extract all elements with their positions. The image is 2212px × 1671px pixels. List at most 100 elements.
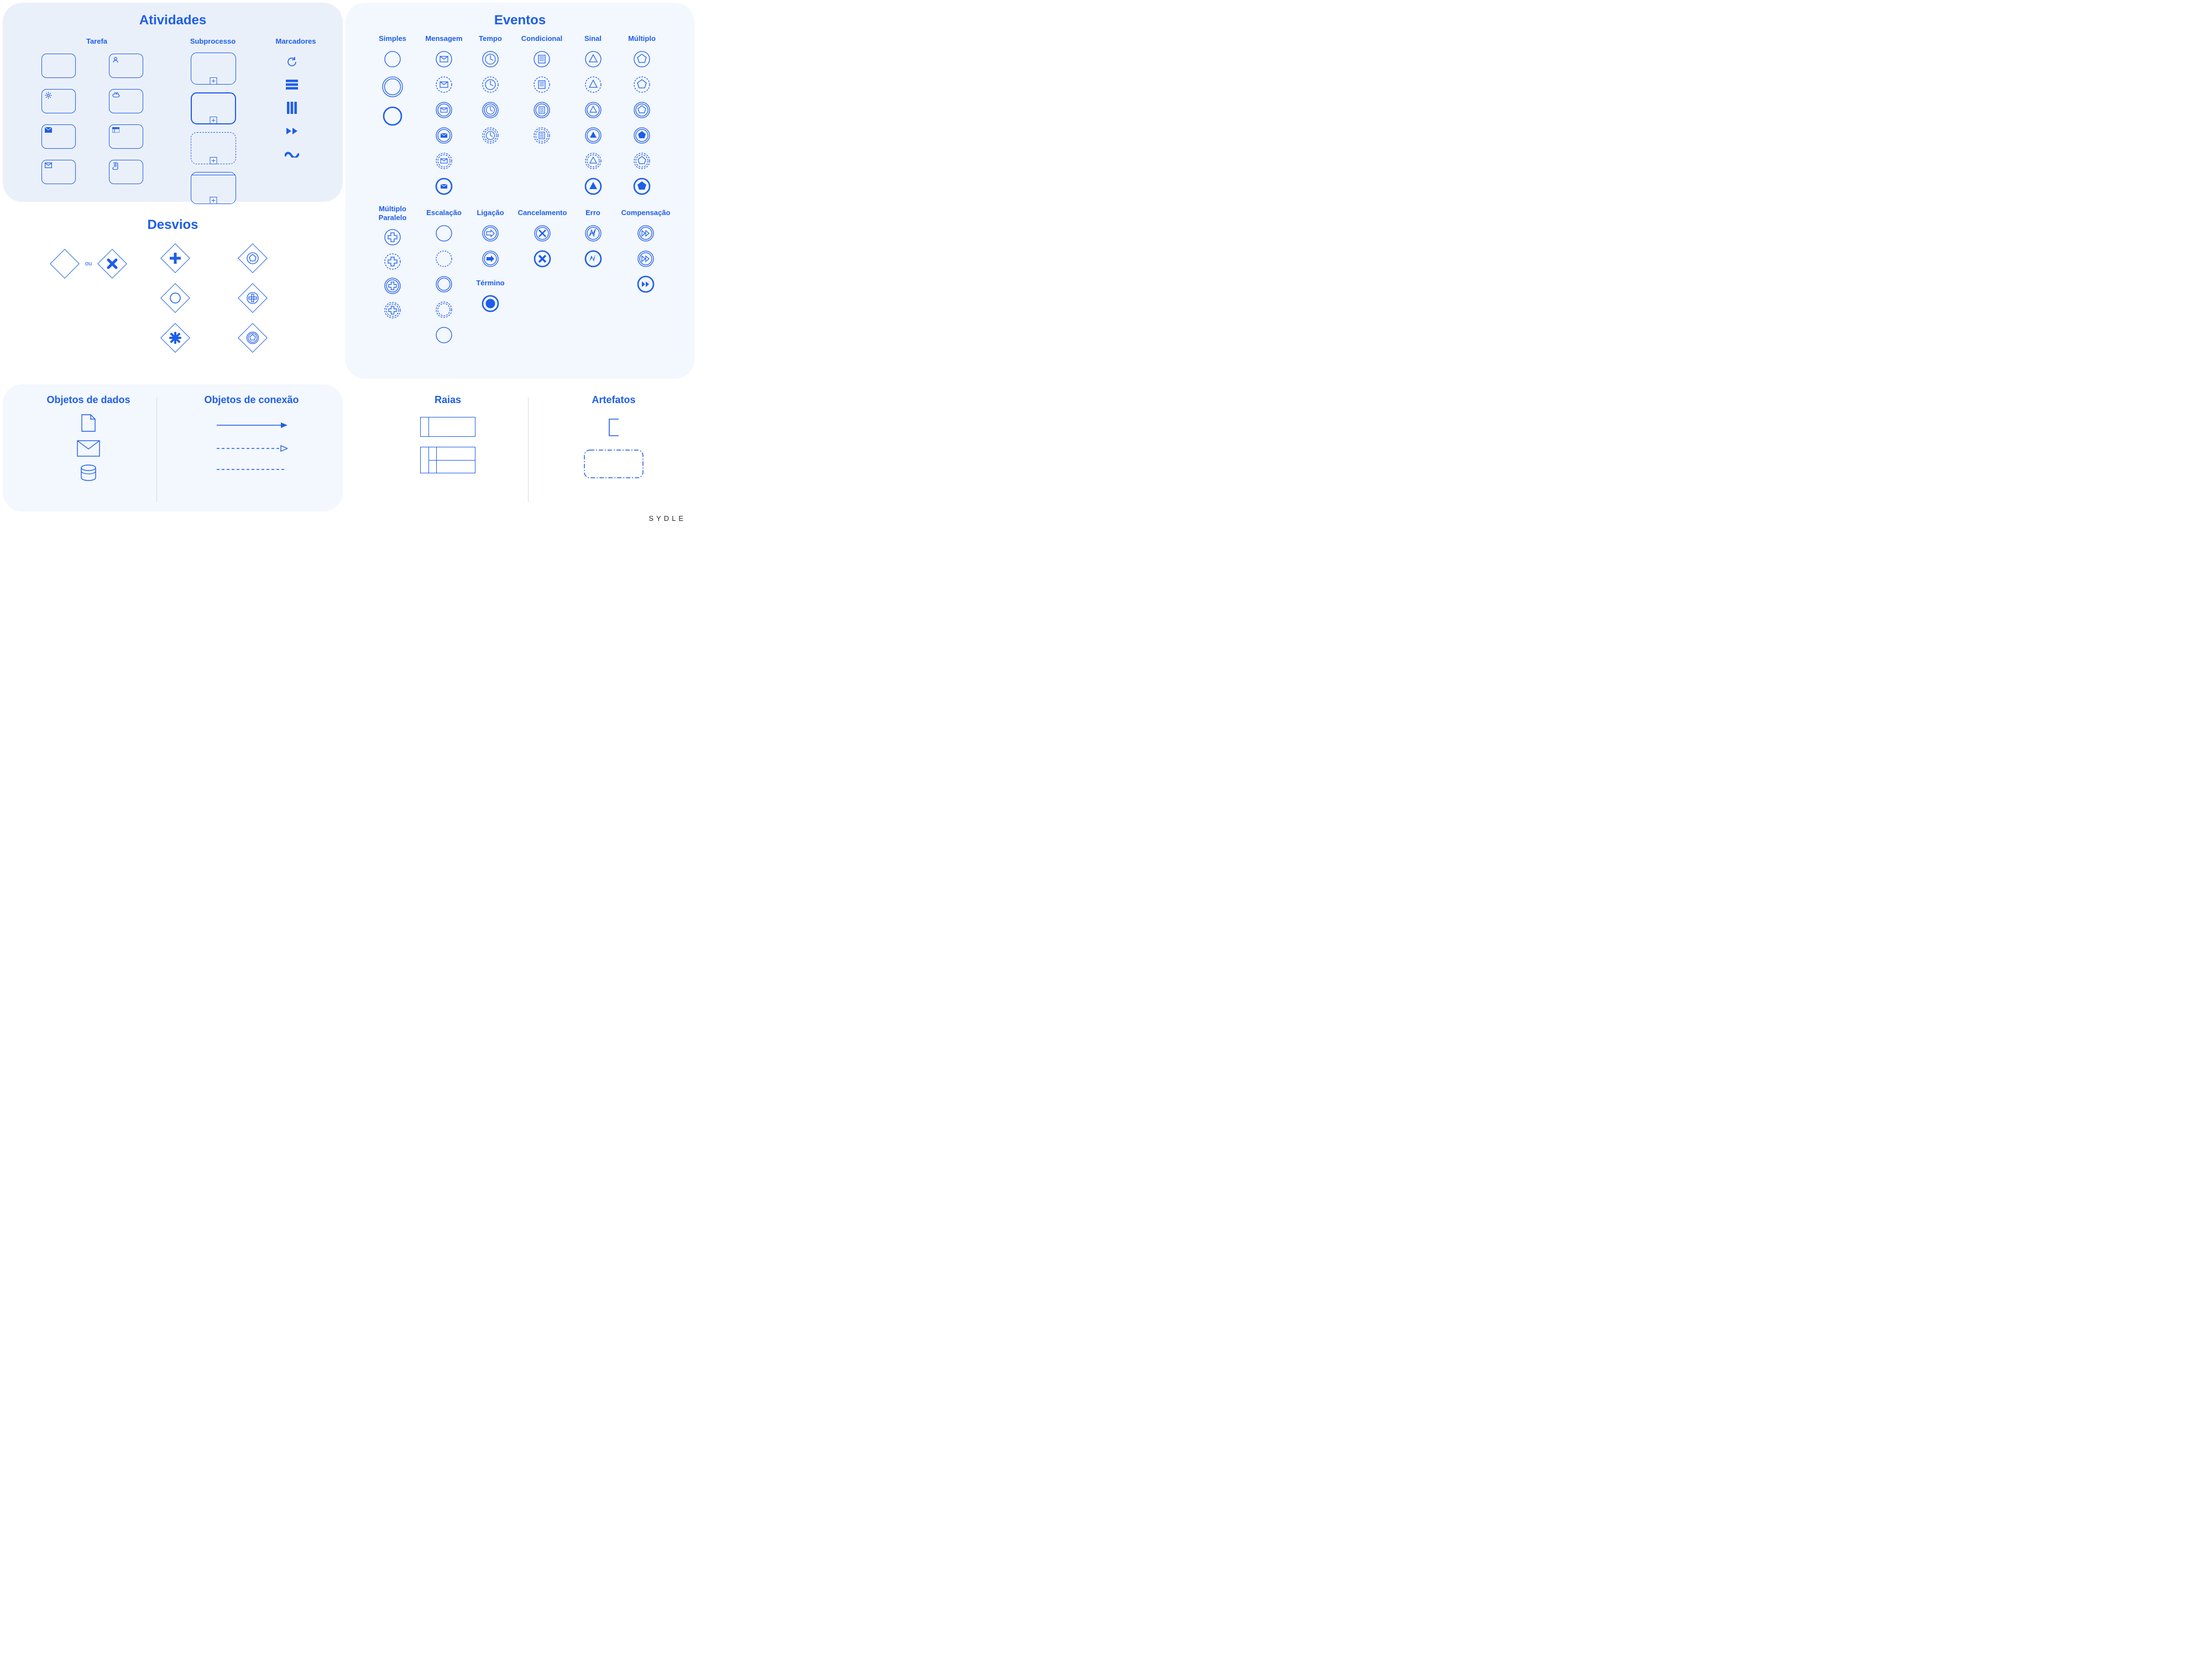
- ev-sig-catch: [584, 101, 602, 119]
- plus-icon: [210, 197, 217, 204]
- col-tarefa: Tarefa: [33, 37, 160, 45]
- ev-comp-catch: [637, 224, 655, 242]
- ev-mul-catch: [633, 101, 651, 119]
- ev-mul-start-ni: [633, 76, 651, 93]
- ev-esc-catch: [435, 275, 453, 293]
- user-icon: [112, 56, 119, 63]
- circled-pentagon-icon: [246, 252, 259, 265]
- plus-icon: [210, 117, 217, 124]
- subprocess-event: [191, 132, 236, 164]
- double-circle-pentagon-icon: [246, 331, 259, 344]
- script-icon: [112, 163, 118, 170]
- gateway-parallel-event: [238, 283, 268, 313]
- evcol-tempo: Tempo: [479, 34, 502, 43]
- ev-cancel-catch: [534, 224, 551, 242]
- task-manual: [109, 89, 143, 113]
- ev-msg-bound-ni: [435, 152, 453, 170]
- title-atividades: Atividades: [3, 13, 343, 28]
- datastore-icon: [80, 464, 97, 481]
- task-businessrule: [109, 124, 143, 149]
- group-icon: [583, 449, 644, 479]
- ev-timer-catch: [482, 101, 499, 119]
- ev-comp-throw: [637, 250, 655, 268]
- hand-icon: [112, 92, 120, 98]
- evcol-sinal: Sinal: [584, 34, 602, 43]
- ev-esc-start: [435, 224, 453, 242]
- title-dados: Objetos de dados: [25, 394, 152, 406]
- task-receive: [41, 160, 76, 184]
- annotation-icon: [608, 418, 620, 437]
- evcol-multiplo: Múltiplo: [628, 34, 656, 43]
- col-marcadores: Marcadores: [268, 37, 323, 45]
- ev-esc-start-ni: [435, 250, 453, 268]
- ev-err-end: [584, 250, 602, 268]
- gateway-event: [238, 243, 268, 273]
- task-none: [41, 54, 76, 78]
- evcol-cancel: Cancelamento: [518, 205, 567, 217]
- ev-esc-end: [435, 326, 453, 344]
- ev-cond-catch: [533, 101, 551, 119]
- ev-msg-start: [435, 50, 453, 68]
- evcol-comp: Compensação: [621, 205, 671, 217]
- title-desvios: Desvios: [3, 217, 343, 233]
- pool-lanes-icon: [420, 447, 475, 473]
- subprocess: [191, 53, 236, 85]
- ev-cond-start-ni: [533, 76, 551, 93]
- ev-cond-bound-ni: [533, 127, 551, 144]
- marker-parallel-icon: [286, 79, 298, 91]
- envelope-filled-icon: [45, 127, 52, 133]
- evcol-escalacao: Escalação: [426, 205, 462, 217]
- gateway-complex: [160, 323, 190, 353]
- marker-compensation-icon: [285, 125, 299, 137]
- ev-sig-start-ni: [584, 76, 602, 93]
- subprocess-transaction: [191, 172, 236, 204]
- plus-bold-icon: [169, 252, 181, 264]
- ev-sig-end: [584, 177, 602, 195]
- ev-comp-end: [637, 275, 655, 293]
- asterisk-icon: [169, 332, 181, 344]
- gateway-event-start: [238, 323, 268, 353]
- marker-sequential-icon: [287, 102, 297, 114]
- ev-err-catch: [584, 224, 602, 242]
- ev-timer-start: [482, 50, 499, 68]
- ev-mul-throw: [633, 127, 651, 144]
- ev-msg-start-ni: [435, 76, 453, 93]
- title-artefatos: Artefatos: [545, 394, 683, 406]
- evcol-condicional: Condicional: [521, 34, 562, 43]
- sequence-flow-icon: [216, 421, 287, 429]
- pool-icon: [420, 417, 475, 437]
- ev-mul-bound-ni: [633, 152, 651, 170]
- ev-sig-throw: [584, 127, 602, 144]
- ev-sig-start: [584, 50, 602, 68]
- title-eventos: Eventos: [346, 13, 694, 28]
- marker-adhoc-icon: [285, 148, 299, 160]
- task-send: [41, 124, 76, 149]
- subprocess-bold: [191, 92, 236, 124]
- evcol-mp: Múltiplo Paralelo: [379, 205, 407, 222]
- ev-link-catch: [482, 224, 499, 242]
- ev-link-throw: [482, 250, 499, 268]
- table-icon: [112, 127, 119, 133]
- evcol-termino: Término: [476, 279, 504, 287]
- association-icon: [216, 468, 287, 471]
- data-object-icon: [81, 414, 96, 432]
- event-end-none: [384, 106, 401, 127]
- message-icon: [77, 440, 100, 457]
- plus-icon: [210, 157, 217, 164]
- evcol-mensagem: Mensagem: [425, 34, 462, 43]
- event-start-none: [384, 50, 401, 68]
- ev-msg-catch: [435, 101, 453, 119]
- ev-mul-start: [633, 50, 651, 68]
- plus-icon: [210, 77, 217, 85]
- ev-mp-start-ni: [384, 253, 401, 270]
- ev-mp-bound-ni: [384, 301, 401, 319]
- ev-cond-start: [533, 50, 551, 68]
- panel-atividades: Atividades Tarefa Subprocesso Marcadores: [3, 3, 343, 202]
- envelope-icon: [45, 163, 52, 168]
- task-script: [109, 160, 143, 184]
- x-icon: [107, 258, 118, 269]
- evcol-ligacao: Ligação: [477, 205, 504, 217]
- gateway-parallel: [160, 243, 190, 273]
- evcol-simples: Simples: [379, 34, 406, 43]
- task-service: [41, 89, 76, 113]
